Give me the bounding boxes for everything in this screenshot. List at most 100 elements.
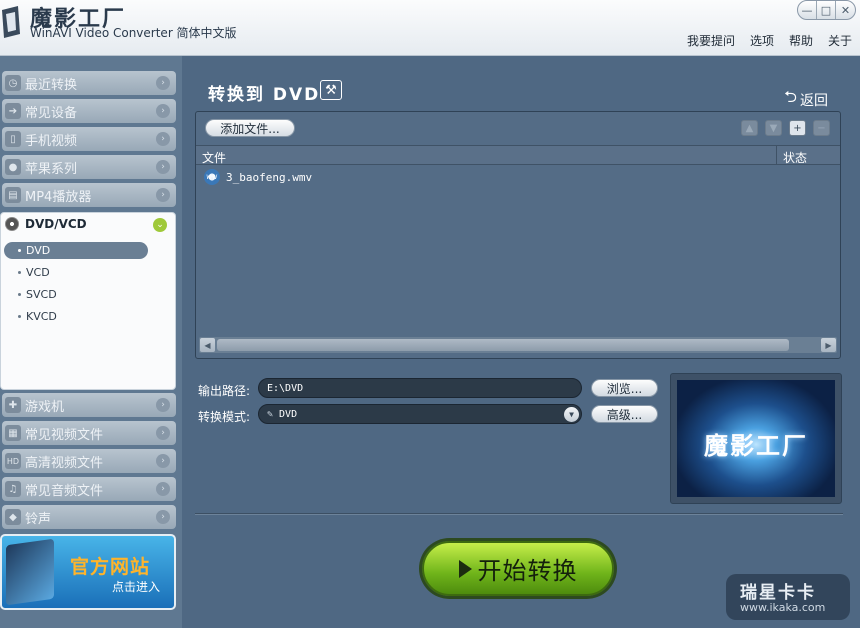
chevron-right-icon: › [156, 510, 170, 524]
chevron-right-icon: › [156, 188, 170, 202]
watermark-title: 瑞星卡卡 [740, 583, 816, 603]
sidebar-item-ringtone[interactable]: ◆ 铃声 › [2, 505, 176, 529]
top-menu: 我要提问 选项 帮助 关于 [687, 32, 852, 49]
wmv-file-icon: WMV [204, 169, 220, 185]
mode-value: DVD [279, 408, 298, 420]
gamepad-icon: ✚ [5, 397, 21, 413]
chevron-right-icon: › [156, 426, 170, 440]
hd-icon: HD [5, 453, 21, 469]
sidebar-section-header[interactable]: DVD/VCD [5, 217, 87, 231]
bullet-icon [18, 315, 21, 318]
bullet-icon [18, 293, 21, 296]
chevron-down-icon[interactable]: ⌄ [153, 218, 167, 232]
clock-icon: ◷ [5, 75, 21, 91]
menu-help[interactable]: 帮助 [789, 32, 813, 49]
add-icon[interactable]: + [789, 120, 806, 136]
sidebar-subitem-dvd[interactable]: DVD [4, 242, 148, 259]
chevron-right-icon: › [156, 482, 170, 496]
sidebar-subitem-label: VCD [26, 266, 50, 279]
close-button[interactable]: ✕ [836, 1, 855, 19]
chevron-down-icon[interactable]: ▼ [564, 407, 579, 422]
sidebar-subitem-kvcd[interactable]: KVCD [4, 308, 148, 325]
sidebar-item-recent[interactable]: ◷ 最近转换 › [2, 71, 176, 95]
move-down-icon[interactable]: ▼ [765, 120, 782, 136]
back-button[interactable]: ⮌ 返回 [784, 86, 828, 113]
back-arrow-icon: ⮌ [784, 87, 797, 106]
sidebar: ◷ 最近转换 › ➔ 常见设备 › ▯ 手机视频 › ● 苹果系列 › ▤ MP… [0, 56, 182, 628]
chevron-right-icon: › [156, 454, 170, 468]
sidebar-subitem-svcd[interactable]: SVCD [4, 286, 148, 303]
sidebar-item-label: 最近转换 [25, 77, 78, 93]
horizontal-scrollbar[interactable]: ◀ ▶ [199, 337, 837, 353]
maximize-button[interactable]: □ [817, 1, 836, 19]
scrollbar-thumb[interactable] [217, 339, 789, 351]
start-convert-button[interactable]: 开始转换 [422, 541, 614, 596]
official-site-banner[interactable]: 官方网站 点击进入 [0, 534, 176, 610]
sidebar-subitem-vcd[interactable]: VCD [4, 264, 148, 281]
apple-icon: ● [5, 159, 21, 175]
advanced-button[interactable]: 高级... [591, 405, 658, 423]
add-file-button[interactable]: 添加文件... [205, 119, 295, 137]
mode-label: 转换模式: [198, 410, 251, 424]
mode-select[interactable]: ✎ DVD ▼ [258, 404, 582, 424]
app-logo-icon [2, 6, 20, 38]
sidebar-item-phone-video[interactable]: ▯ 手机视频 › [2, 127, 176, 151]
sidebar-item-label: 高清视频文件 [25, 455, 104, 471]
preview-logo-text: 魔影工厂 [704, 432, 808, 460]
title-bar: 魔影工厂 WinAVI Video Converter 简体中文版 — □ ✕ … [0, 0, 860, 56]
sidebar-item-devices[interactable]: ➔ 常见设备 › [2, 99, 176, 123]
chevron-right-icon: › [156, 104, 170, 118]
sidebar-item-audio[interactable]: ♫ 常见音频文件 › [2, 477, 176, 501]
film-icon: ▦ [5, 425, 21, 441]
file-table-header: 文件 状态 [196, 145, 840, 165]
sidebar-item-label: 铃声 [25, 511, 52, 527]
output-path-label: 输出路径: [198, 384, 251, 398]
output-path-input[interactable]: E:\DVD [258, 378, 582, 398]
table-row[interactable]: WMV 3_baofeng.wmv [204, 169, 312, 185]
sidebar-subitem-label: DVD [26, 244, 51, 257]
pencil-icon: ✎ [267, 408, 274, 420]
sidebar-item-common-video[interactable]: ▦ 常见视频文件 › [2, 421, 176, 445]
sidebar-section-dvd-vcd: DVD/VCD ⌄ DVD VCD SVCD KVCD [0, 212, 176, 390]
bell-icon: ◆ [5, 509, 21, 525]
minimize-button[interactable]: — [798, 1, 817, 19]
sidebar-item-label: 常见音频文件 [25, 483, 104, 499]
column-header-file[interactable]: 文件 [202, 149, 226, 166]
preview-image: 魔影工厂 [677, 380, 835, 497]
scroll-right-icon[interactable]: ▶ [821, 338, 836, 352]
file-list-panel: 添加文件... ▲ ▼ + − 文件 状态 WMV 3_baofeng.wmv … [195, 111, 841, 359]
window-controls: — □ ✕ [797, 0, 856, 20]
menu-about[interactable]: 关于 [828, 32, 852, 49]
file-name: 3_baofeng.wmv [226, 170, 313, 184]
settings-tools-icon[interactable]: ⚒ [320, 80, 342, 100]
remove-icon[interactable]: − [813, 120, 830, 136]
sidebar-subitem-label: KVCD [26, 310, 57, 323]
sidebar-item-mp4[interactable]: ▤ MP4播放器 › [2, 183, 176, 207]
chevron-right-icon: › [156, 132, 170, 146]
sidebar-item-label: 常见设备 [25, 105, 78, 121]
sidebar-item-label: 游戏机 [25, 399, 65, 415]
page-title: 转换到 DVD [208, 85, 321, 105]
sidebar-item-game-console[interactable]: ✚ 游戏机 › [2, 393, 176, 417]
banner-title: 官方网站 [70, 556, 151, 578]
scroll-left-icon[interactable]: ◀ [200, 338, 215, 352]
menu-ask-question[interactable]: 我要提问 [687, 32, 735, 49]
move-up-icon[interactable]: ▲ [741, 120, 758, 136]
chevron-right-icon: › [156, 76, 170, 90]
column-header-status[interactable]: 状态 [776, 146, 840, 165]
menu-options[interactable]: 选项 [750, 32, 774, 49]
sidebar-item-apple[interactable]: ● 苹果系列 › [2, 155, 176, 179]
watermark: 瑞星卡卡 www.ikaka.com [726, 574, 850, 620]
file-toolbar: ▲ ▼ + − [741, 120, 830, 136]
sidebar-subitem-label: SVCD [26, 288, 57, 301]
back-label: 返回 [800, 92, 828, 109]
disc-icon [5, 217, 19, 231]
browse-button[interactable]: 浏览... [591, 379, 658, 397]
preview-panel: 魔影工厂 [670, 373, 842, 504]
sidebar-item-hd-video[interactable]: HD 高清视频文件 › [2, 449, 176, 473]
watermark-url: www.ikaka.com [740, 601, 826, 614]
divider [195, 513, 843, 515]
bullet-icon [18, 271, 21, 274]
mp4-player-icon: ▤ [5, 187, 21, 203]
phone-icon: ▯ [5, 131, 21, 147]
